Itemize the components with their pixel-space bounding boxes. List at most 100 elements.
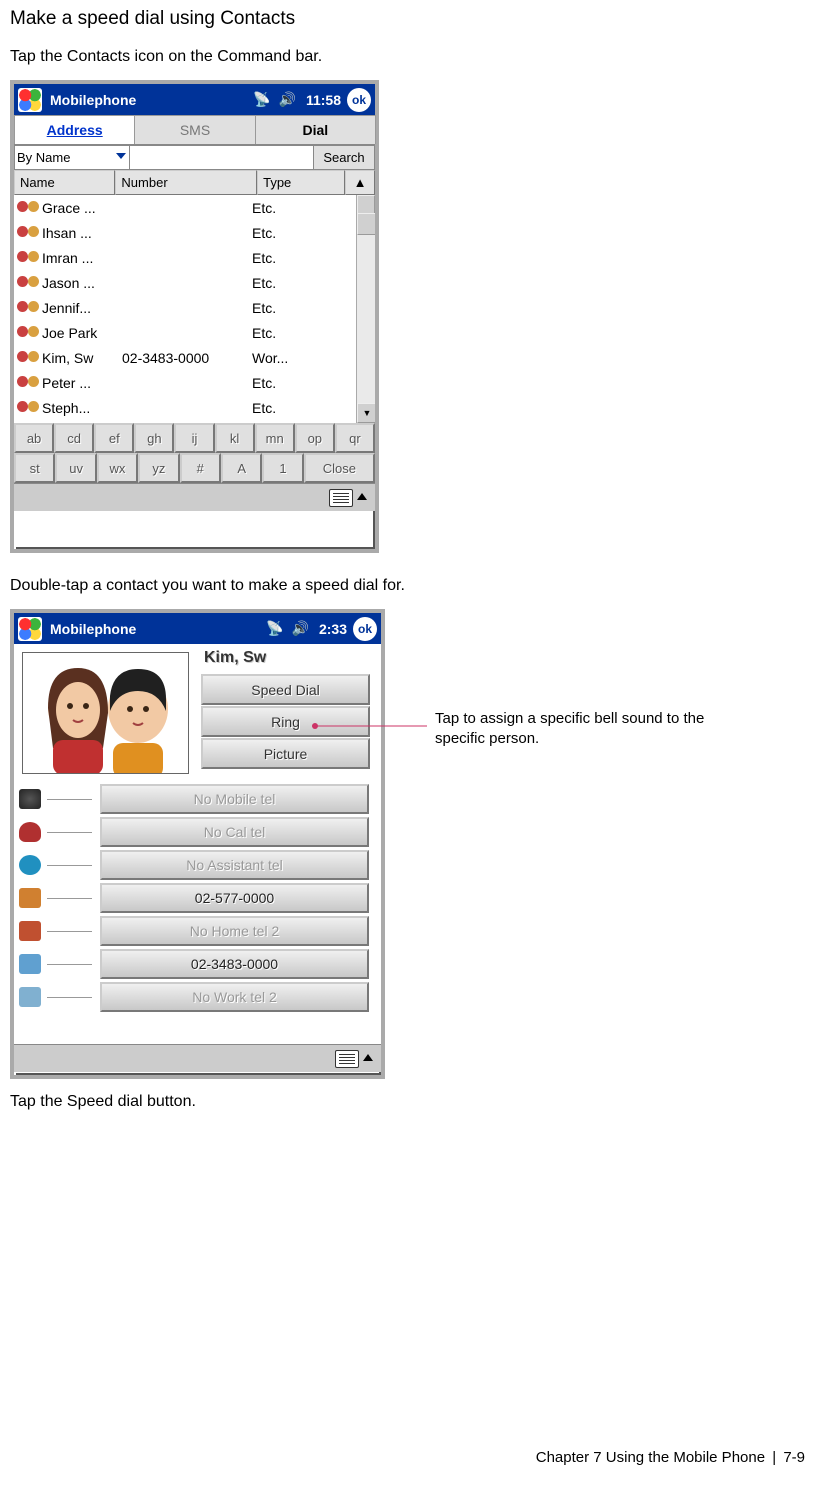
speaker-icon[interactable]: 🔊 (279, 91, 296, 108)
letter-button[interactable]: wx (97, 453, 138, 483)
assistant-icon (19, 855, 41, 875)
letter-button[interactable]: ij (174, 423, 214, 453)
contact-icon (17, 348, 39, 368)
speaker-icon[interactable]: 🔊 (292, 620, 309, 637)
contact-detail-body: Kim, Sw Speed Dial Ring Picture No Mobil… (14, 644, 381, 1044)
scroll-thumb[interactable] (357, 213, 375, 235)
footer-separator: | (772, 1449, 776, 1466)
letter-button[interactable]: ef (94, 423, 134, 453)
close-button[interactable]: Close (304, 453, 375, 483)
contact-icon (17, 223, 39, 243)
contact-icon (17, 398, 39, 418)
letter-row-1: ab cd ef gh ij kl mn op qr (14, 423, 375, 453)
list-item[interactable]: Steph...Etc. (14, 395, 375, 420)
list-item[interactable]: Imran ...Etc. (14, 245, 375, 270)
letter-button[interactable]: kl (215, 423, 255, 453)
contact-icon (17, 248, 39, 268)
phone-row-work2: No Work tel 2 (19, 982, 369, 1012)
app-title: Mobilephone (50, 621, 262, 637)
search-input[interactable] (130, 145, 314, 170)
letter-button[interactable]: A (221, 453, 262, 483)
letter-row-2: st uv wx yz # A 1 Close (14, 453, 375, 483)
list-item[interactable]: Jason ...Etc. (14, 270, 375, 295)
contact-icon (17, 373, 39, 393)
work2-icon (19, 987, 41, 1007)
windows-logo-icon[interactable] (18, 617, 42, 641)
phone-row-home: 02-577-0000 (19, 883, 369, 913)
ok-button[interactable]: ok (353, 617, 377, 641)
col-type[interactable]: Type (257, 170, 345, 195)
letter-button[interactable]: op (295, 423, 335, 453)
letter-button[interactable]: mn (255, 423, 295, 453)
list-item[interactable]: Jennif...Etc. (14, 295, 375, 320)
tab-address[interactable]: Address (14, 115, 135, 144)
list-item[interactable]: Joe ParkEtc. (14, 320, 375, 345)
phone-button[interactable]: 02-3483-0000 (100, 949, 369, 979)
letter-button[interactable]: yz (138, 453, 179, 483)
keyboard-icon[interactable] (335, 1050, 359, 1068)
search-mode-dropdown[interactable]: By Name (14, 145, 130, 170)
chapter-title: Chapter 7 Using the Mobile Phone (536, 1449, 765, 1466)
speed-dial-button[interactable]: Speed Dial (201, 674, 370, 705)
menu-arrow-icon[interactable] (357, 493, 367, 500)
list-item[interactable]: Kim, Sw02-3483-0000Wor... (14, 345, 375, 370)
contact-icon (17, 198, 39, 218)
letter-button[interactable]: uv (55, 453, 96, 483)
signal-off-icon[interactable]: 📡 (253, 91, 270, 108)
contact-icon (17, 273, 39, 293)
search-button[interactable]: Search (314, 145, 375, 170)
ok-button[interactable]: ok (347, 88, 371, 112)
letter-button[interactable]: # (180, 453, 221, 483)
phone-row-assistant: No Assistant tel (19, 850, 369, 880)
tab-sms[interactable]: SMS (134, 115, 255, 144)
tab-dial[interactable]: Dial (255, 115, 376, 144)
contact-avatar (22, 652, 189, 774)
scroll-up-button[interactable]: ▲ (345, 170, 375, 195)
phone-button[interactable]: No Cal tel (100, 817, 369, 847)
windows-logo-icon[interactable] (18, 88, 42, 112)
step-3-text: Tap the Speed dial button. (10, 1093, 809, 1111)
list-item[interactable]: Ihsan ...Etc. (14, 220, 375, 245)
signal-off-icon[interactable]: 📡 (266, 620, 283, 637)
page-heading: Make a speed dial using Contacts (10, 8, 809, 30)
letter-button[interactable]: 1 (262, 453, 303, 483)
table-header: Name Number Type ▲ (14, 170, 375, 195)
tab-bar: Address SMS Dial (14, 115, 375, 145)
menu-arrow-icon[interactable] (363, 1054, 373, 1061)
phone-button[interactable]: No Work tel 2 (100, 982, 369, 1012)
list-item[interactable]: Grace ...Etc. (14, 195, 375, 220)
contact-name: Kim, Sw (204, 649, 266, 667)
letter-button[interactable]: st (14, 453, 55, 483)
letter-button[interactable]: ab (14, 423, 54, 453)
phone-button[interactable]: No Mobile tel (100, 784, 369, 814)
screenshot-contacts-list: Mobilephone 📡 🔊 11:58 ok Address SMS Dia… (10, 80, 379, 553)
page-number: 7-9 (783, 1449, 805, 1466)
step-1-text: Tap the Contacts icon on the Command bar… (10, 48, 809, 66)
annotation-ring: Tap to assign a specific bell sound to t… (435, 709, 735, 748)
screenshot-contact-detail: Mobilephone 📡 🔊 2:33 ok (10, 609, 385, 1079)
title-bar: Mobilephone 📡 🔊 11:58 ok (14, 84, 375, 115)
scroll-up-icon[interactable] (357, 195, 375, 215)
bottom-bar (14, 483, 375, 511)
phone-row-mobile: No Mobile tel (19, 784, 369, 814)
col-number[interactable]: Number (115, 170, 257, 195)
letter-button[interactable]: gh (134, 423, 174, 453)
bottom-bar (14, 1044, 381, 1072)
clock-time: 2:33 (319, 621, 347, 637)
vertical-scrollbar[interactable]: ▼ (356, 195, 375, 423)
phone-button[interactable]: No Assistant tel (100, 850, 369, 880)
picture-button[interactable]: Picture (201, 738, 370, 769)
phone-button[interactable]: 02-577-0000 (100, 883, 369, 913)
phone-button[interactable]: No Home tel 2 (100, 916, 369, 946)
list-item[interactable]: Peter ...Etc. (14, 370, 375, 395)
scroll-down-icon[interactable]: ▼ (357, 403, 375, 423)
ring-button[interactable]: Ring (201, 706, 370, 737)
col-name[interactable]: Name (14, 170, 115, 195)
phone-row-car: No Cal tel (19, 817, 369, 847)
contact-list: Grace ...Etc. Ihsan ...Etc. Imran ...Etc… (14, 195, 375, 423)
letter-button[interactable]: cd (54, 423, 94, 453)
home-icon (19, 888, 41, 908)
keyboard-icon[interactable] (329, 489, 353, 507)
letter-button[interactable]: qr (335, 423, 375, 453)
car-icon (19, 822, 41, 842)
